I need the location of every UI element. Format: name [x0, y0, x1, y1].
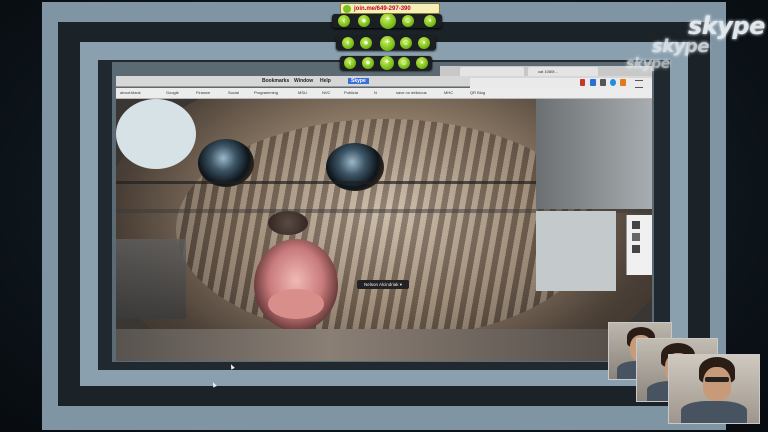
left-eye — [198, 139, 254, 187]
kitten-photo — [116, 99, 652, 361]
bookmark-item[interactable]: save on delicious — [396, 90, 427, 95]
bookmark-item[interactable]: MHC — [444, 90, 453, 95]
skype-logo: skype — [652, 36, 710, 57]
lock-icon[interactable]: ▪ — [418, 37, 430, 49]
back-icon[interactable]: ‹ — [344, 57, 356, 69]
lock-icon[interactable]: ▪ — [416, 57, 428, 69]
zoom-icon[interactable]: + — [380, 56, 394, 70]
bookmark-item[interactable]: MSU — [298, 90, 307, 95]
back-icon[interactable]: ‹ — [342, 37, 354, 49]
chat-icon[interactable]: ● — [362, 57, 374, 69]
glitch-panel — [116, 329, 652, 361]
glitch-panel — [116, 239, 186, 319]
chat-icon[interactable]: ● — [358, 15, 370, 27]
lock-icon[interactable]: ▪ — [424, 15, 436, 27]
bookmark-item[interactable]: NVC — [322, 90, 330, 95]
tongue — [268, 289, 324, 319]
menu-window[interactable]: Window — [294, 78, 313, 84]
glitch-panel — [536, 211, 616, 291]
menu-bookmarks[interactable]: Bookmarks — [262, 78, 289, 84]
join-url-bar[interactable]: join.me/649-297-390 — [340, 3, 440, 14]
extension-icon[interactable] — [580, 79, 585, 86]
side-panel — [626, 215, 652, 275]
people-icon[interactable]: ☺ — [402, 15, 414, 27]
people-icon[interactable]: ☺ — [400, 37, 412, 49]
face — [703, 367, 731, 401]
chat-icon[interactable]: ● — [360, 37, 372, 49]
bookmark-item[interactable]: Social — [228, 90, 239, 95]
extension-icon[interactable] — [600, 79, 606, 86]
bookmark-item[interactable]: Programming — [254, 90, 278, 95]
glasses — [705, 377, 729, 382]
nose — [268, 211, 308, 235]
bookmark-item[interactable]: Publicia — [344, 90, 358, 95]
left-ear — [116, 99, 196, 169]
zoom-icon[interactable]: + — [380, 13, 396, 29]
browser-tab[interactable] — [460, 67, 524, 76]
extension-icon[interactable] — [620, 79, 626, 86]
zoom-icon[interactable]: + — [380, 36, 395, 51]
bookmarks-bar: about:blank Google Finance Social Progra… — [116, 88, 652, 99]
bookmark-item[interactable]: about:blank — [120, 90, 141, 95]
panel-icon[interactable] — [632, 245, 640, 253]
extension-icon[interactable] — [590, 79, 596, 86]
panel-icon[interactable] — [632, 221, 640, 229]
toolbar-row: ‹ ● + ☺ ▪ — [332, 13, 442, 29]
browser-tab-active[interactable]: cat 1080t... — [528, 67, 598, 76]
menu-icon[interactable] — [635, 80, 643, 88]
bookmark-item[interactable]: N — [374, 90, 377, 95]
join-url[interactable]: join.me/649-297-390 — [354, 6, 411, 12]
people-icon[interactable]: ☺ — [398, 57, 410, 69]
tab-label: cat 1080t... — [538, 69, 558, 74]
webcam-self-view[interactable] — [668, 354, 760, 424]
shirt — [681, 401, 747, 423]
back-icon[interactable]: ‹ — [338, 15, 350, 27]
glitch-panel — [536, 99, 652, 209]
bookmark-item[interactable]: Google — [166, 90, 179, 95]
panel-icon[interactable] — [632, 233, 640, 241]
joinme-icon — [343, 5, 351, 13]
url-bar[interactable] — [470, 78, 652, 88]
bookmark-item[interactable]: Finance — [196, 90, 210, 95]
skype-logo: skype — [626, 56, 670, 72]
toolbar-row: ‹ ● + ☺ ▪ — [340, 56, 432, 70]
bookmark-item[interactable]: QR Blog — [470, 90, 485, 95]
tooltip: Nelson Alcindriak ▾ — [357, 280, 409, 289]
skype-extension-icon[interactable] — [610, 79, 616, 86]
toolbar-row: ‹ ● + ☺ ▪ — [336, 36, 436, 51]
